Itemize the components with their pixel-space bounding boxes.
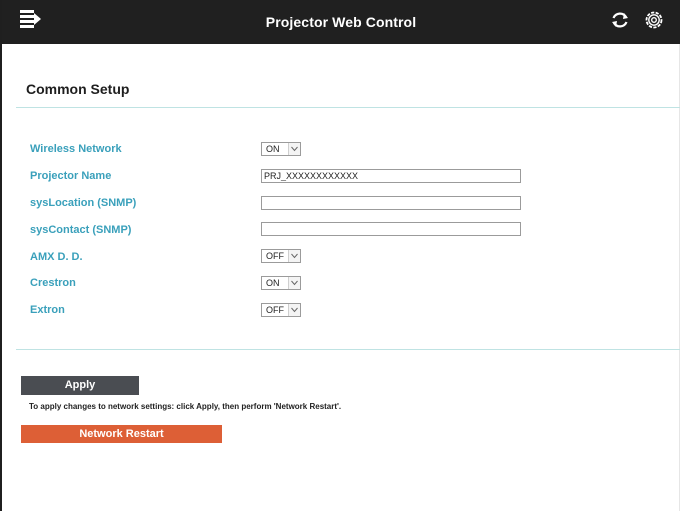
chevron-down-icon bbox=[288, 304, 300, 316]
crestron-select[interactable]: ON bbox=[261, 276, 301, 290]
form-divider bbox=[16, 349, 680, 350]
extron-label: Extron bbox=[30, 304, 65, 316]
apply-note: To apply changes to network settings: cl… bbox=[29, 402, 342, 411]
app-title: Projector Web Control bbox=[265, 14, 417, 30]
chevron-down-icon bbox=[288, 250, 300, 262]
page-frame: Projector Web Control Common Setup Wirel… bbox=[0, 0, 680, 511]
projector-name-input[interactable] bbox=[261, 169, 521, 183]
syscontact-input[interactable] bbox=[261, 222, 521, 236]
projector-name-label: Projector Name bbox=[30, 170, 112, 182]
amx-dd-value: OFF bbox=[266, 251, 284, 261]
crestron-value: ON bbox=[266, 278, 280, 288]
top-bar: Projector Web Control bbox=[2, 0, 680, 44]
wireless-network-label: Wireless Network bbox=[30, 143, 122, 155]
wireless-network-value: ON bbox=[266, 144, 280, 154]
amx-dd-label: AMX D. D. bbox=[30, 251, 83, 263]
syscontact-label: sysContact (SNMP) bbox=[30, 224, 132, 236]
settings-icon[interactable] bbox=[643, 9, 665, 31]
apply-button[interactable]: Apply bbox=[21, 376, 139, 395]
crestron-label: Crestron bbox=[30, 277, 76, 289]
section-divider bbox=[16, 107, 680, 108]
amx-dd-select[interactable]: OFF bbox=[261, 249, 301, 263]
section-title: Common Setup bbox=[26, 81, 130, 97]
chevron-down-icon bbox=[288, 277, 300, 289]
syslocation-label: sysLocation (SNMP) bbox=[30, 197, 137, 209]
extron-select[interactable]: OFF bbox=[261, 303, 301, 317]
extron-value: OFF bbox=[266, 305, 284, 315]
network-restart-button[interactable]: Network Restart bbox=[21, 425, 222, 443]
wireless-network-select[interactable]: ON bbox=[261, 142, 301, 156]
refresh-icon[interactable] bbox=[609, 9, 631, 31]
chevron-down-icon bbox=[288, 143, 300, 155]
syslocation-input[interactable] bbox=[261, 196, 521, 210]
